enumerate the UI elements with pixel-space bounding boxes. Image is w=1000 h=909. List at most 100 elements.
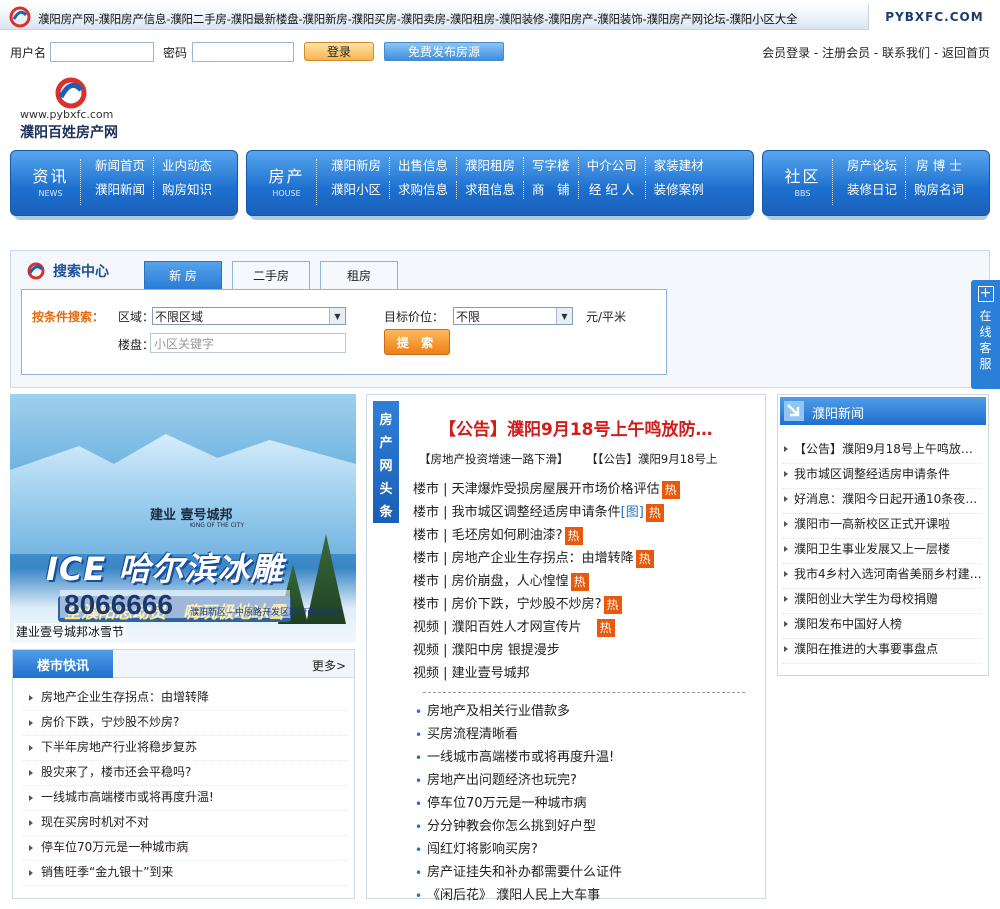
headline-row[interactable]: 楼市 | 房价崩盘，人心惶惶热 — [413, 571, 680, 594]
headline-row-text: 楼市 | 房价崩盘，人心惶惶 — [413, 574, 569, 589]
nav-link-buying-guide[interactable]: 购房知识 — [154, 181, 220, 199]
list-item[interactable]: 买房流程清晰看 — [415, 724, 622, 747]
headline-label-char: 网 — [379, 459, 393, 474]
nav-link-news-home[interactable]: 新闻首页 — [87, 157, 155, 175]
search-submit-button[interactable]: 提 索 — [384, 329, 450, 355]
promo-banner[interactable]: 建业 壹号城邦 KING OF THE CITY ICE 哈尔滨冰雕 全濮阳总动… — [10, 394, 356, 643]
list-item[interactable]: 房地产出问题经济也玩完? — [415, 770, 622, 793]
logo-url: www.pybxfc.com — [20, 108, 114, 121]
list-item[interactable]: 房价下跌，宁炒股不炒房? — [23, 711, 347, 736]
logo-mark-icon — [55, 77, 87, 109]
list-item[interactable]: 闯红灯将影响买房? — [415, 839, 622, 862]
more-link[interactable]: 更多> — [312, 657, 346, 674]
nav-news-head[interactable]: 资讯 NEWS — [21, 159, 81, 205]
headline-row[interactable]: 楼市 | 房地产企业生存拐点：由增转降热 — [413, 548, 680, 571]
headline-row-text: 楼市 | 毛坯房如何刷油漆? — [413, 528, 563, 543]
headline-vertical-label: 房 产 网 头 条 — [373, 401, 399, 523]
headline-row[interactable]: 楼市 | 我市城区调整经适房申请条件[图] 热 — [413, 502, 680, 525]
headline-sub-left[interactable]: 【房地产投资增速一路下滑】 — [419, 452, 569, 466]
nav-link-materials[interactable]: 家装建材 — [646, 157, 712, 175]
nav-news-block: 资讯 NEWS 新闻首页 业内动态 濮阳新闻 购房知识 — [10, 150, 238, 216]
list-item[interactable]: 《闲后花》 濮阳人民上大车事 — [415, 885, 622, 908]
nav-link-agencies[interactable]: 中介公司 — [579, 157, 646, 175]
list-item[interactable]: 房产证挂失和补办都需要什么证件 — [415, 862, 622, 885]
list-item[interactable]: 一线城市高端楼市或将再度升温! — [415, 747, 622, 770]
headline-sub-right[interactable]: 【【公告】濮阳9月18号上 — [586, 452, 717, 466]
nav-link-wanted-rent[interactable]: 求租信息 — [457, 181, 525, 199]
online-service-tab[interactable]: + 在线客服 — [971, 280, 1000, 389]
headline-row[interactable]: 视频 | 建业壹号城邦 — [413, 663, 680, 686]
tab-second-hand[interactable]: 二手房 — [232, 261, 310, 290]
headline-list: 楼市 | 天津爆炸受损房屋展开市场价格评估热楼市 | 我市城区调整经适房申请条件… — [413, 479, 680, 686]
account-links[interactable]: 会员登录 - 注册会员 - 联系我们 - 返回首页 — [762, 44, 990, 61]
list-item[interactable]: 停车位70万元是一种城市病 — [23, 836, 347, 861]
headline-row[interactable]: 视频 | 濮阳百姓人才网宣传片 热 — [413, 617, 680, 640]
list-item[interactable]: 房地产企业生存拐点：由增转降 — [23, 686, 347, 711]
list-item[interactable]: 我市城区调整经适房申请条件 — [782, 464, 982, 489]
nav-house-block: 房产 HOUSE 濮阳新房 出售信息 濮阳租房 写字楼 中介公司 家装建材 濮阳… — [246, 150, 754, 216]
nav-link-brokers[interactable]: 经 纪 人 — [579, 181, 646, 199]
list-item[interactable]: 现在买房时机对不对 — [23, 811, 347, 836]
nav-link-for-sale[interactable]: 出售信息 — [390, 157, 458, 175]
banner-phone-strip: 8066666 濮阳新区—中原路开发区政府西800米 — [60, 589, 342, 620]
headline-row[interactable]: 楼市 | 毛坯房如何刷油漆? 热 — [413, 525, 680, 548]
nav-house-title: 房产 — [268, 167, 305, 186]
hot-badge: 热 — [564, 526, 583, 545]
list-item[interactable]: 濮阳卫生事业发展又上一层楼 — [782, 539, 982, 564]
nav-link-glossary[interactable]: 购房名词 — [906, 181, 972, 199]
list-item[interactable]: 停车位70万元是一种城市病 — [415, 793, 622, 816]
nav-link-offices[interactable]: 写字楼 — [524, 157, 579, 175]
building-label: 楼盘： — [118, 338, 155, 352]
nav-link-rentals[interactable]: 濮阳租房 — [457, 157, 525, 175]
price-label: 目标价位： — [384, 310, 445, 324]
nav-link-decoration-cases[interactable]: 装修案例 — [646, 181, 712, 199]
keyword-input[interactable]: 小区关键字 — [150, 333, 346, 353]
top-site-links[interactable]: 濮阳房产网-濮阳房产信息-濮阳二手房-濮阳最新楼盘-濮阳新房-濮阳买房-濮阳卖房… — [38, 11, 797, 27]
search-title-text: 搜索中心 — [53, 264, 109, 280]
login-button[interactable]: 登录 — [304, 42, 374, 61]
headline-row[interactable]: 楼市 | 房价下跌，宁炒股不炒房? 热 — [413, 594, 680, 617]
username-input[interactable] — [50, 42, 154, 62]
nav-link-house-doctor[interactable]: 房 博 士 — [906, 157, 972, 175]
nav-link-puyang-news[interactable]: 濮阳新闻 — [87, 181, 155, 199]
headline-title[interactable]: 【公告】濮阳9月18号上午鸣放防… — [439, 415, 713, 440]
list-item[interactable]: 一线城市高端楼市或将再度升温! — [23, 786, 347, 811]
nav-link-wanted-buy[interactable]: 求购信息 — [390, 181, 458, 199]
list-item[interactable]: 房地产及相关行业借款多 — [415, 701, 622, 724]
area-select[interactable]: 不限区域 ▼ — [152, 307, 346, 325]
list-item[interactable]: 下半年房地产行业将稳步复苏 — [23, 736, 347, 761]
list-item[interactable]: 濮阳发布中国好人榜 — [782, 614, 982, 639]
nav-bbs-head[interactable]: 社区 BBS — [773, 159, 833, 205]
chevron-down-icon: ▼ — [556, 308, 572, 324]
nav-link-forum[interactable]: 房产论坛 — [839, 157, 907, 175]
list-item[interactable]: 濮阳市一高新校区正式开课啦 — [782, 514, 982, 539]
list-item[interactable]: 我市4乡村入选河南省美丽乡村建… — [782, 564, 982, 589]
tab-rent[interactable]: 租房 — [320, 261, 398, 290]
headline-row[interactable]: 楼市 | 天津爆炸受损房屋展开市场价格评估热 — [413, 479, 680, 502]
nav-house-head[interactable]: 房产 HOUSE — [257, 159, 317, 205]
hot-badge: 热 — [596, 618, 615, 637]
publish-listing-button[interactable]: 免费发布房源 — [384, 42, 504, 61]
list-item[interactable]: 濮阳创业大学生为母校捐赠 — [782, 589, 982, 614]
list-item[interactable]: 销售旺季“金九银十”到来 — [23, 861, 347, 886]
chevron-down-icon: ▼ — [329, 308, 345, 324]
list-item[interactable]: 分分钟教会你怎么挑到好户型 — [415, 816, 622, 839]
domain-badge: PYBXFC.COM — [868, 4, 1000, 30]
list-item[interactable]: 好消息：濮阳今日起开通10条夜… — [782, 489, 982, 514]
nav-link-industry[interactable]: 业内动态 — [154, 157, 220, 175]
nav-link-shops[interactable]: 商 铺 — [524, 181, 579, 199]
nav-link-new-homes[interactable]: 濮阳新房 — [323, 157, 391, 175]
price-select[interactable]: 不限 ▼ — [453, 307, 573, 325]
nav-link-communities[interactable]: 濮阳小区 — [323, 181, 391, 199]
nav-link-decoration-diary[interactable]: 装修日记 — [839, 181, 907, 199]
list-item[interactable]: 濮阳在推进的大事要事盘点 — [782, 639, 982, 664]
list-item[interactable]: 【公告】濮阳9月18号上午鸣放… — [782, 439, 982, 464]
list-item[interactable]: 股灾来了，楼市还会平稳吗? — [23, 761, 347, 786]
password-input[interactable] — [192, 42, 294, 62]
site-logo-icon[interactable] — [8, 6, 32, 28]
area-select-value: 不限区域 — [155, 309, 204, 324]
main-logo[interactable]: www.pybxfc.com 濮阳百姓房产网 — [18, 76, 128, 142]
ice-sculpture-shape — [10, 434, 356, 554]
tab-new-homes[interactable]: 新 房 — [144, 261, 222, 290]
headline-row[interactable]: 视频 | 濮阳中房 银提漫步 — [413, 640, 680, 663]
